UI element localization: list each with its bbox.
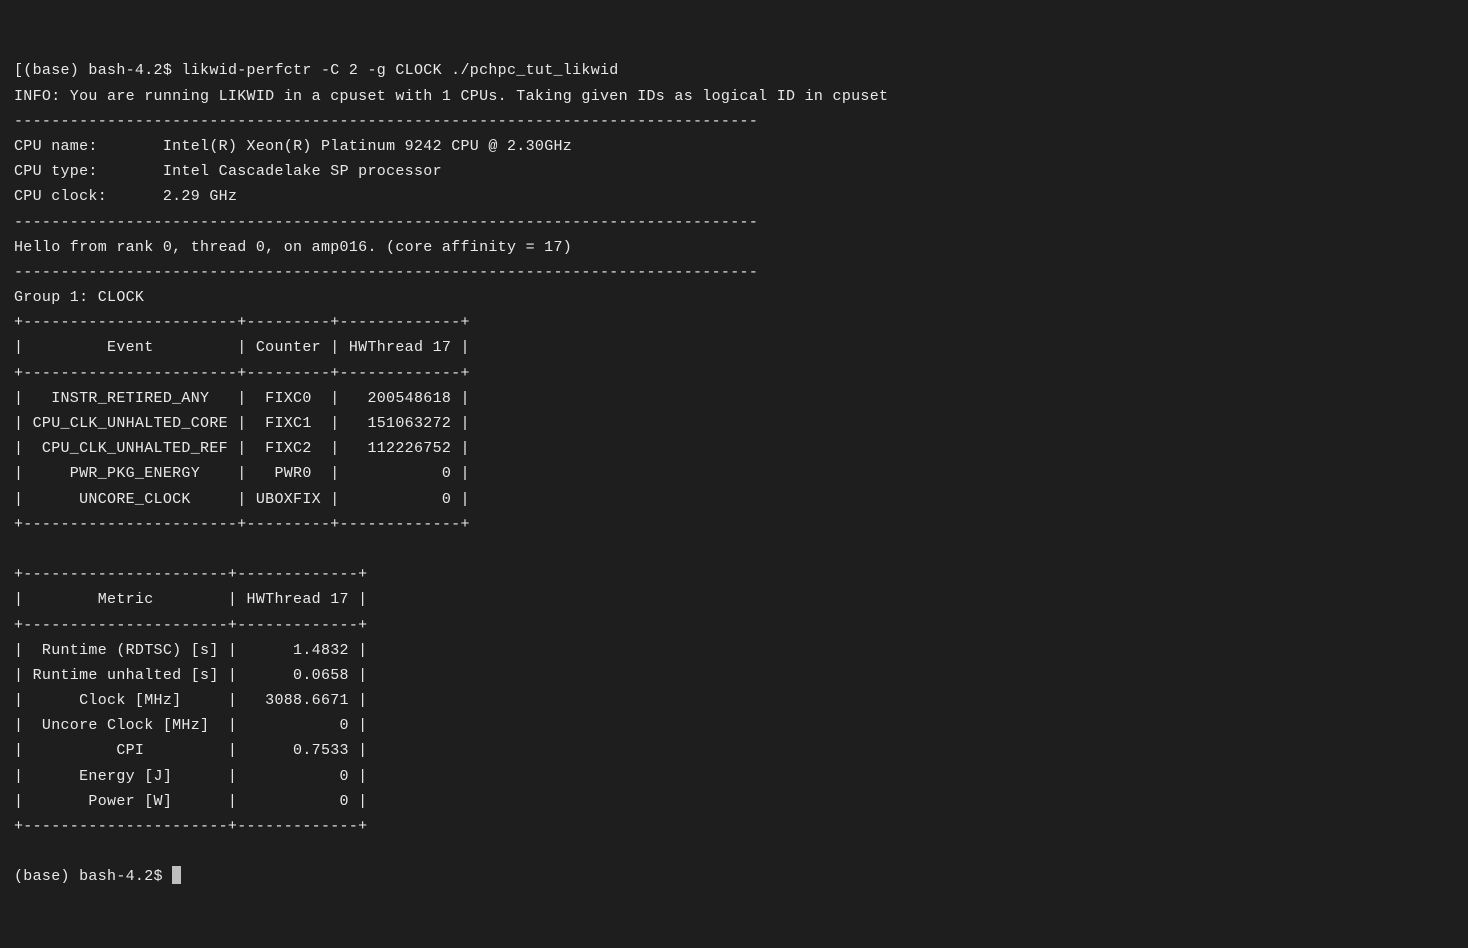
group-line: Group 1: CLOCK xyxy=(14,289,144,306)
table1-row: | INSTR_RETIRED_ANY | FIXC0 | 200548618 … xyxy=(14,390,470,407)
table1-border: +-----------------------+---------+-----… xyxy=(14,365,470,382)
cpu-clock-value: 2.29 GHz xyxy=(163,188,237,205)
shell-prompt: [(base) bash-4.2$ xyxy=(14,62,181,79)
table2-border: +----------------------+-------------+ xyxy=(14,617,367,634)
table1-header: | Event | Counter | HWThread 17 | xyxy=(14,339,470,356)
cpu-type-value: Intel Cascadelake SP processor xyxy=(163,163,442,180)
cursor-icon[interactable] xyxy=(172,866,181,884)
table2-row: | CPI | 0.7533 | xyxy=(14,742,367,759)
table1-row: | PWR_PKG_ENERGY | PWR0 | 0 | xyxy=(14,465,470,482)
cpu-name-label: CPU name: xyxy=(14,138,98,155)
table1-row: | UNCORE_CLOCK | UBOXFIX | 0 | xyxy=(14,491,470,508)
hr: ----------------------------------------… xyxy=(14,214,758,231)
cpu-type-label: CPU type: xyxy=(14,163,98,180)
cpu-name-value: Intel(R) Xeon(R) Platinum 9242 CPU @ 2.3… xyxy=(163,138,572,155)
table2-row: | Power [W] | 0 | xyxy=(14,793,367,810)
table2-row: | Runtime (RDTSC) [s] | 1.4832 | xyxy=(14,642,367,659)
hr: ----------------------------------------… xyxy=(14,264,758,281)
info-line: INFO: You are running LIKWID in a cpuset… xyxy=(14,88,888,105)
table2-row: | Energy [J] | 0 | xyxy=(14,768,367,785)
table1-border: +-----------------------+---------+-----… xyxy=(14,314,470,331)
hr: ----------------------------------------… xyxy=(14,113,758,130)
table2-row: | Clock [MHz] | 3088.6671 | xyxy=(14,692,367,709)
command-text: likwid-perfctr -C 2 -g CLOCK ./pchpc_tut… xyxy=(181,62,618,79)
table1-border: +-----------------------+---------+-----… xyxy=(14,516,470,533)
table2-row: | Runtime unhalted [s] | 0.0658 | xyxy=(14,667,367,684)
hello-line: Hello from rank 0, thread 0, on amp016. … xyxy=(14,239,572,256)
table1-row: | CPU_CLK_UNHALTED_CORE | FIXC1 | 151063… xyxy=(14,415,470,432)
cpu-clock-label: CPU clock: xyxy=(14,188,107,205)
table2-row: | Uncore Clock [MHz] | 0 | xyxy=(14,717,367,734)
shell-prompt: (base) bash-4.2$ xyxy=(14,868,172,885)
table1-row: | CPU_CLK_UNHALTED_REF | FIXC2 | 1122267… xyxy=(14,440,470,457)
terminal-output: [(base) bash-4.2$ likwid-perfctr -C 2 -g… xyxy=(14,62,888,885)
table2-header: | Metric | HWThread 17 | xyxy=(14,591,367,608)
table2-border: +----------------------+-------------+ xyxy=(14,818,367,835)
table2-border: +----------------------+-------------+ xyxy=(14,566,367,583)
